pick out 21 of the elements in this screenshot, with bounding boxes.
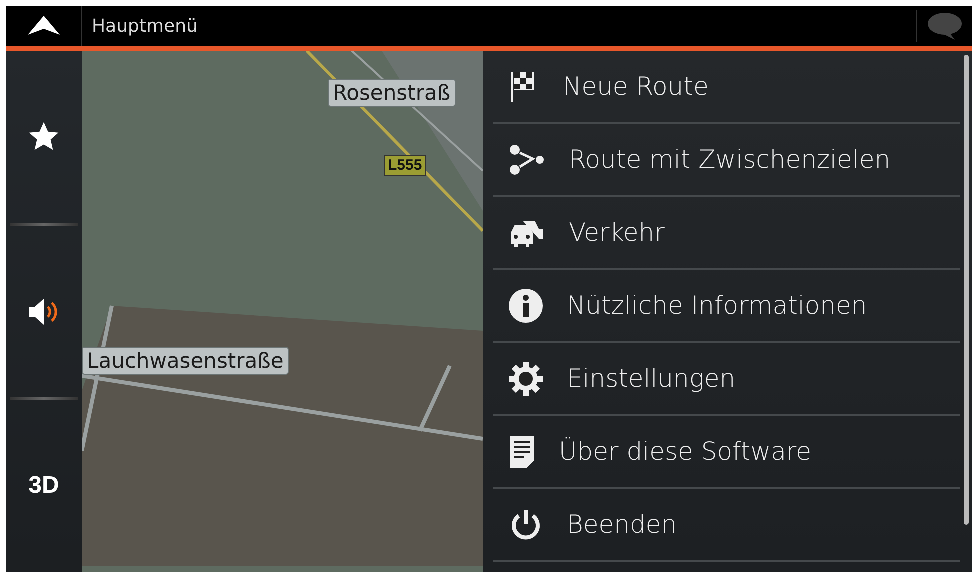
- info-icon: [509, 288, 543, 322]
- scrollbar[interactable]: [964, 55, 969, 525]
- road-number-sign: L555: [384, 155, 426, 176]
- star-icon: [28, 120, 60, 153]
- menu-item[interactable]: Neue Route: [493, 51, 960, 124]
- street-label: Rosenstraß: [328, 79, 456, 107]
- menu-item[interactable]: Nützliche Informationen: [493, 270, 960, 343]
- menu-item[interactable]: Route mit Zwischenzielen: [493, 124, 960, 197]
- power-icon: [509, 508, 543, 542]
- menu-item[interactable]: Beenden: [493, 489, 960, 562]
- document-icon: [509, 434, 535, 468]
- arrow-up-icon: [26, 15, 60, 37]
- street-label: Lauchwasenstraße: [82, 347, 289, 375]
- map-view[interactable]: Rosenstraß L555 Lauchwasenstraße: [82, 51, 483, 572]
- menu-item[interactable]: Über diese Software: [493, 416, 960, 489]
- menu-item[interactable]: Verkehr: [493, 197, 960, 270]
- speech-bubble-icon: [926, 12, 962, 40]
- window-title: Hauptmenü: [91, 16, 199, 36]
- menu-item[interactable]: Einstellungen: [493, 343, 960, 416]
- settings-icon: [509, 362, 543, 396]
- waypoints-icon: [509, 144, 545, 176]
